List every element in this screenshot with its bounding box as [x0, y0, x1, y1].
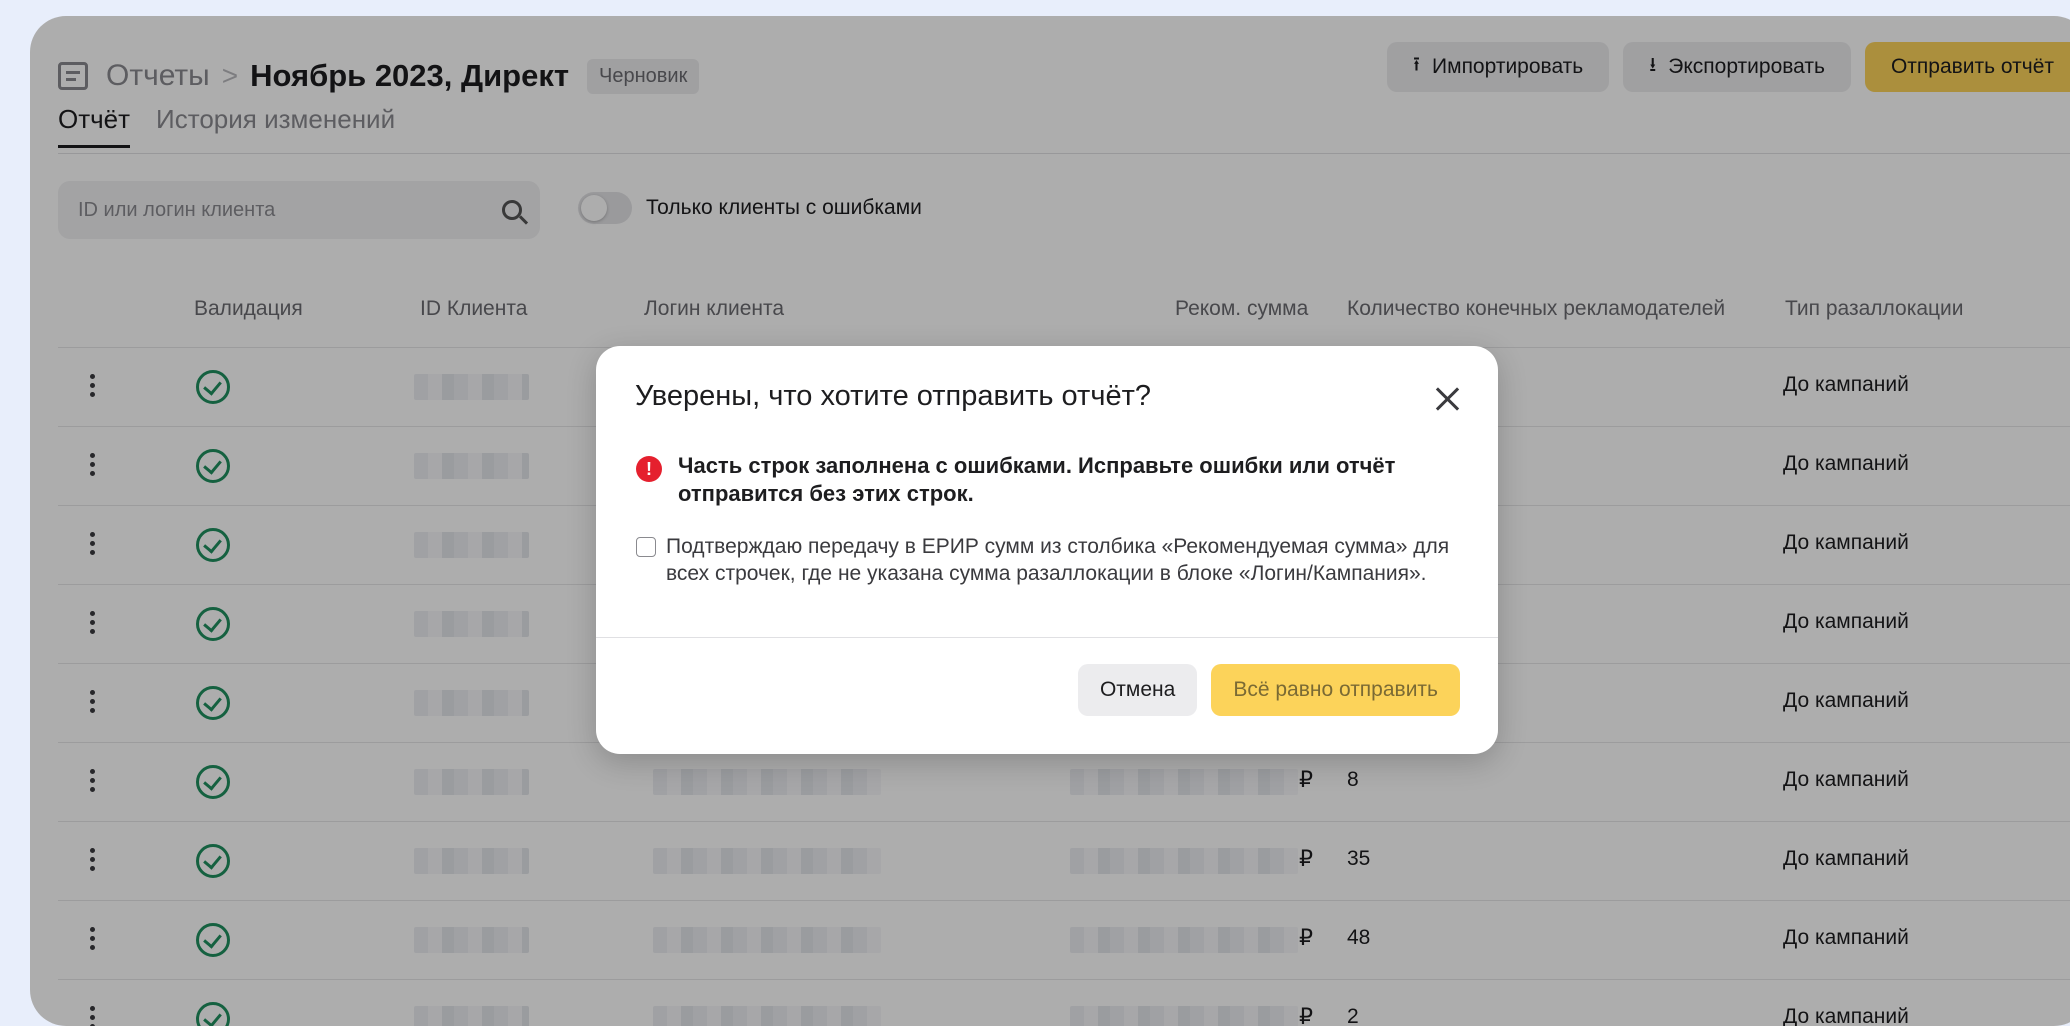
error-message: Часть строк заполнена с ошибками. Исправ… [678, 453, 1396, 506]
dialog-divider [596, 637, 1498, 638]
dialog-title: Уверены, что хотите отправить отчёт? [635, 380, 1151, 412]
confirm-send-dialog: Уверены, что хотите отправить отчёт? ! Ч… [596, 346, 1498, 754]
confirm-checkbox-label[interactable]: Подтверждаю передачу в ЕРИР сумм из стол… [666, 533, 1466, 587]
confirm-checkbox[interactable] [636, 537, 656, 557]
cancel-button[interactable]: Отмена [1077, 664, 1198, 716]
send-anyway-button[interactable]: Всё равно отправить [1211, 664, 1460, 716]
dialog-actions: Отмена Всё равно отправить [1077, 664, 1460, 716]
error-icon: ! [636, 456, 662, 482]
main-panel: Отчеты > Ноябрь 2023, Директ Черновик ⭱ … [30, 16, 2070, 1026]
close-icon[interactable] [1432, 384, 1462, 414]
